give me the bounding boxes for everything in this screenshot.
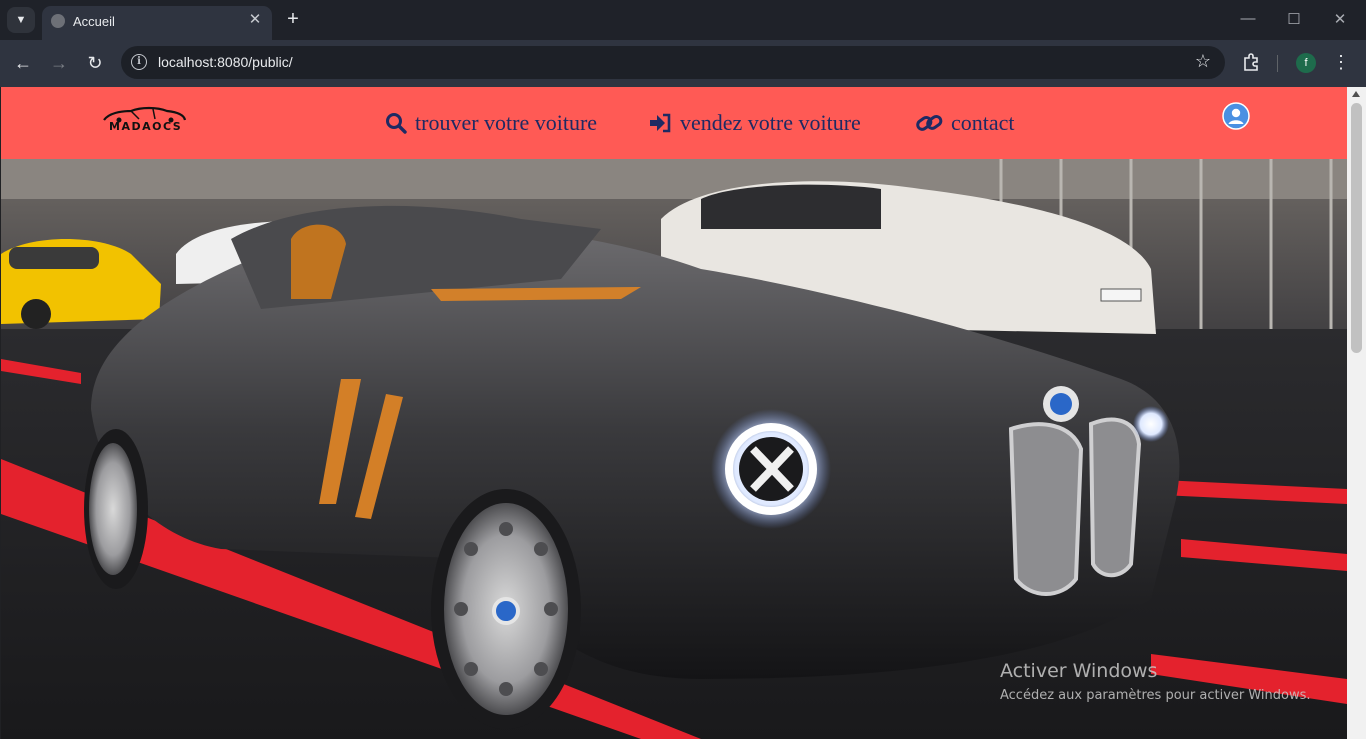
site-header: MADAOCS trouver votre voiture vendez vot… bbox=[1, 87, 1347, 159]
toolbar-separator bbox=[1277, 55, 1278, 72]
extensions-icon[interactable] bbox=[1241, 52, 1261, 72]
info-icon[interactable]: i bbox=[131, 54, 147, 70]
site-logo[interactable]: MADAOCS bbox=[101, 105, 187, 135]
browser-tab[interactable]: Accueil ✕ bbox=[42, 6, 272, 40]
windows-activation-watermark: Activer Windows Accédez aux paramètres p… bbox=[1000, 660, 1311, 703]
page-viewport: MADAOCS trouver votre voiture vendez vot… bbox=[1, 87, 1347, 739]
car-hero-image bbox=[1, 159, 1347, 739]
nav-contact[interactable]: contact bbox=[915, 109, 1015, 137]
url-text[interactable]: localhost:8080/public/ bbox=[158, 54, 293, 70]
tab-title: Accueil bbox=[73, 14, 115, 29]
nav-sell-car-label: vendez votre voiture bbox=[680, 110, 861, 135]
nav-sell-car[interactable]: vendez votre voiture bbox=[650, 109, 861, 137]
watermark-title: Activer Windows bbox=[1000, 660, 1158, 682]
bookmark-star-icon[interactable]: ☆ bbox=[1195, 51, 1211, 72]
forward-button[interactable]: → bbox=[47, 51, 71, 75]
close-icon[interactable]: ✕ bbox=[246, 11, 264, 29]
page-scrollbar[interactable] bbox=[1347, 87, 1366, 739]
new-tab-button[interactable]: + bbox=[283, 9, 303, 29]
browser-toolbar: ← → ↻ i localhost:8080/public/ ☆ f ⋮ bbox=[0, 40, 1366, 87]
browser-title-bar: ▼ Accueil ✕ + — ☐ ✕ bbox=[0, 0, 1366, 40]
globe-icon bbox=[51, 14, 65, 28]
logo-text: MADAOCS bbox=[109, 120, 183, 133]
nav-contact-label: contact bbox=[951, 110, 1015, 135]
search-icon bbox=[386, 113, 407, 134]
watermark-subtitle: Accédez aux paramètres pour activer Wind… bbox=[1000, 688, 1311, 703]
scroll-up-arrow-icon[interactable] bbox=[1352, 91, 1360, 97]
close-window-button[interactable]: ✕ bbox=[1320, 10, 1360, 30]
hero-image bbox=[1, 159, 1347, 739]
scroll-thumb[interactable] bbox=[1351, 103, 1362, 353]
tab-search-button[interactable]: ▼ bbox=[7, 7, 35, 33]
profile-avatar[interactable]: f bbox=[1296, 53, 1316, 73]
maximize-button[interactable]: ☐ bbox=[1274, 10, 1314, 30]
minimize-button[interactable]: — bbox=[1228, 10, 1268, 30]
user-account-icon[interactable] bbox=[1222, 102, 1250, 130]
address-bar[interactable]: i localhost:8080/public/ ☆ bbox=[121, 46, 1225, 79]
sign-in-icon bbox=[650, 113, 671, 133]
nav-find-car[interactable]: trouver votre voiture bbox=[385, 109, 597, 137]
back-button[interactable]: ← bbox=[11, 51, 35, 75]
link-icon bbox=[916, 114, 943, 131]
chevron-down-icon: ▼ bbox=[15, 14, 27, 26]
nav-find-car-label: trouver votre voiture bbox=[415, 110, 598, 135]
reload-button[interactable]: ↻ bbox=[83, 51, 107, 75]
more-menu-icon[interactable]: ⋮ bbox=[1332, 52, 1350, 72]
